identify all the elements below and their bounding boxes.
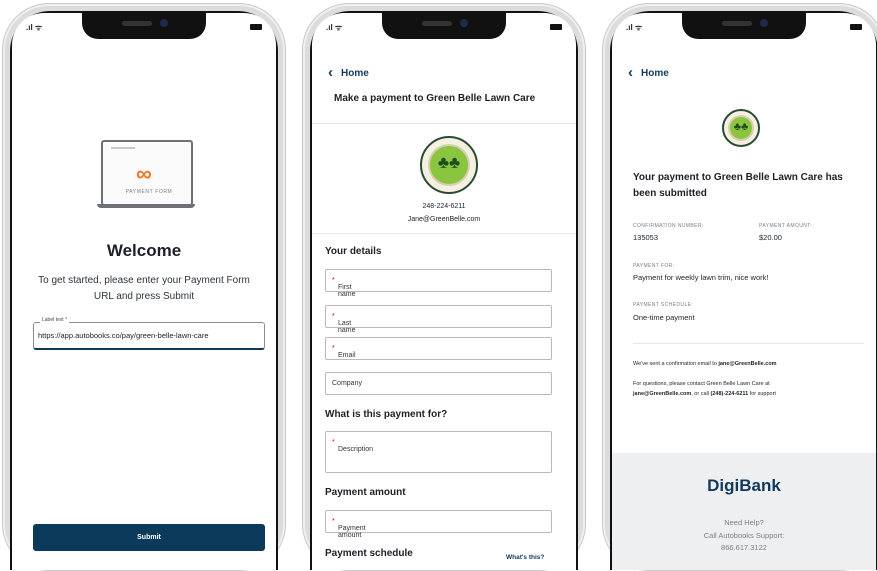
email-field[interactable]: Email * (325, 337, 552, 360)
first-name-field[interactable]: First name * (325, 269, 552, 298)
form-header: Make a payment to Green Belle Lawn Care (334, 93, 536, 104)
phone-frame-welcome: .ıl ᯤ ∞ PAYMENT FORM Welcome To get star… (3, 4, 285, 570)
payment-amount-field[interactable]: Payment amount * (325, 510, 552, 539)
url-input-value: https://app.autobooks.co/pay/green-belle… (38, 331, 209, 340)
last-name-label: Last name (338, 320, 356, 334)
signal-icon: .ıl ᯤ (626, 23, 643, 32)
first-name-label: First name (338, 284, 356, 298)
support-note: For questions, please contact Green Bell… (633, 379, 869, 399)
merchant-email: Jane@GreenBelle.com (407, 216, 481, 223)
bank-footer (612, 453, 876, 570)
description-label: Description (338, 446, 374, 453)
submit-button[interactable]: Submit (33, 524, 265, 551)
divider (633, 343, 864, 344)
description-field[interactable]: Description * (325, 431, 552, 473)
company-field[interactable]: Company (325, 372, 552, 395)
company-label: Company (332, 380, 362, 387)
email-sent-prefix: We've sent a confirmation email to (633, 361, 719, 367)
support-prefix: For questions, please contact Green Bell… (633, 381, 770, 387)
required-mark: * (332, 345, 335, 352)
required-mark: * (332, 439, 335, 446)
battery-icon (550, 24, 562, 30)
payment-form-caption: PAYMENT FORM (125, 189, 173, 195)
confirmation-number: 135053 (633, 233, 659, 242)
confirmation-title: Your payment to Green Belle Lawn Care ha… (633, 172, 843, 199)
status-bar: .ıl ᯤ (326, 22, 562, 34)
payment-schedule-value: One-time payment (633, 313, 695, 322)
payment-schedule-heading: Payment schedule (325, 548, 413, 559)
confirmation-screen: .ıl ᯤ ‹ Home ♣♣ Your payment to Green Bel… (612, 13, 876, 570)
payment-schedule-caption: PAYMENT SCHEDULE: (633, 302, 694, 308)
payment-amount-label: Payment amount (338, 525, 366, 539)
required-mark: * (332, 518, 335, 525)
confirmation-number-caption: CONFIRMATION NUMBER: (633, 223, 704, 229)
welcome-screen: .ıl ᯤ ∞ PAYMENT FORM Welcome To get star… (12, 13, 276, 570)
signal-icon: .ıl ᯤ (26, 23, 43, 32)
phone-frame-payment-form: .ıl ᯤ ‹ Home Make a payment to Green Bell… (303, 4, 585, 570)
help-line-1: Need Help? (724, 518, 764, 527)
chevron-left-icon: ‹ (328, 64, 333, 81)
status-bar: .ıl ᯤ (626, 22, 862, 34)
what-for-heading: What is this payment for? (325, 409, 448, 420)
support-phone: (248)-224-6211 (710, 391, 749, 397)
status-bar: .ıl ᯤ (26, 22, 262, 34)
battery-icon (250, 24, 262, 30)
required-mark: * (332, 277, 335, 284)
intro-text: To get started, please enter your Paymen… (38, 275, 250, 302)
payment-amount-caption: PAYMENT AMOUNT: (759, 223, 812, 229)
whats-this-link[interactable]: What's this? (506, 554, 544, 561)
url-input-label: Label text * (40, 317, 70, 323)
page-title: Welcome (106, 241, 182, 260)
divider (312, 233, 576, 234)
help-line-2: Call Autobooks Support: (703, 531, 785, 540)
support-suffix: for support (748, 391, 776, 397)
payment-for-caption: PAYMENT FOR: (633, 263, 675, 269)
battery-icon (850, 24, 862, 30)
email-sent-address: jane@GreenBelle.com (718, 361, 777, 367)
required-mark: * (332, 313, 335, 320)
green-belle-logo: ♣♣ (722, 109, 760, 147)
phone-frame-confirmation: .ıl ᯤ ‹ Home ♣♣ Your payment to Green Bel… (603, 4, 877, 570)
back-label: Home (641, 68, 669, 79)
payment-for-value: Payment for weekly lawn trim, nice work! (633, 273, 769, 282)
email-sent-note: We've sent a confirmation email to jane@… (633, 359, 869, 369)
payment-amount-heading: Payment amount (325, 487, 406, 498)
last-name-field[interactable]: Last name * (325, 305, 552, 334)
back-home-link[interactable]: ‹ Home (628, 63, 669, 81)
bank-logo: DigiBank (707, 476, 781, 495)
back-home-link[interactable]: ‹ Home (328, 63, 369, 81)
infinity-logo: ∞ (136, 161, 152, 186)
support-phone-number[interactable]: 866.617.3122 (612, 543, 876, 552)
back-label: Home (341, 68, 369, 79)
merchant-phone: 248-224-6211 (422, 203, 466, 210)
url-input[interactable]: Label text * https://app.autobooks.co/pa… (33, 317, 265, 350)
support-email: jane@GreenBelle.com (633, 391, 692, 397)
chevron-left-icon: ‹ (628, 64, 633, 81)
signal-icon: .ıl ᯤ (326, 23, 343, 32)
divider (312, 123, 576, 124)
payment-amount-value: $20.00 (759, 233, 782, 242)
laptop-illustration: ∞ PAYMENT FORM (97, 140, 195, 214)
support-mid: , or call (691, 391, 711, 397)
payment-form-screen: .ıl ᯤ ‹ Home Make a payment to Green Bell… (312, 13, 576, 570)
green-belle-logo: ♣♣ (420, 136, 478, 194)
your-details-heading: Your details (325, 246, 382, 257)
email-label: Email (338, 352, 356, 359)
